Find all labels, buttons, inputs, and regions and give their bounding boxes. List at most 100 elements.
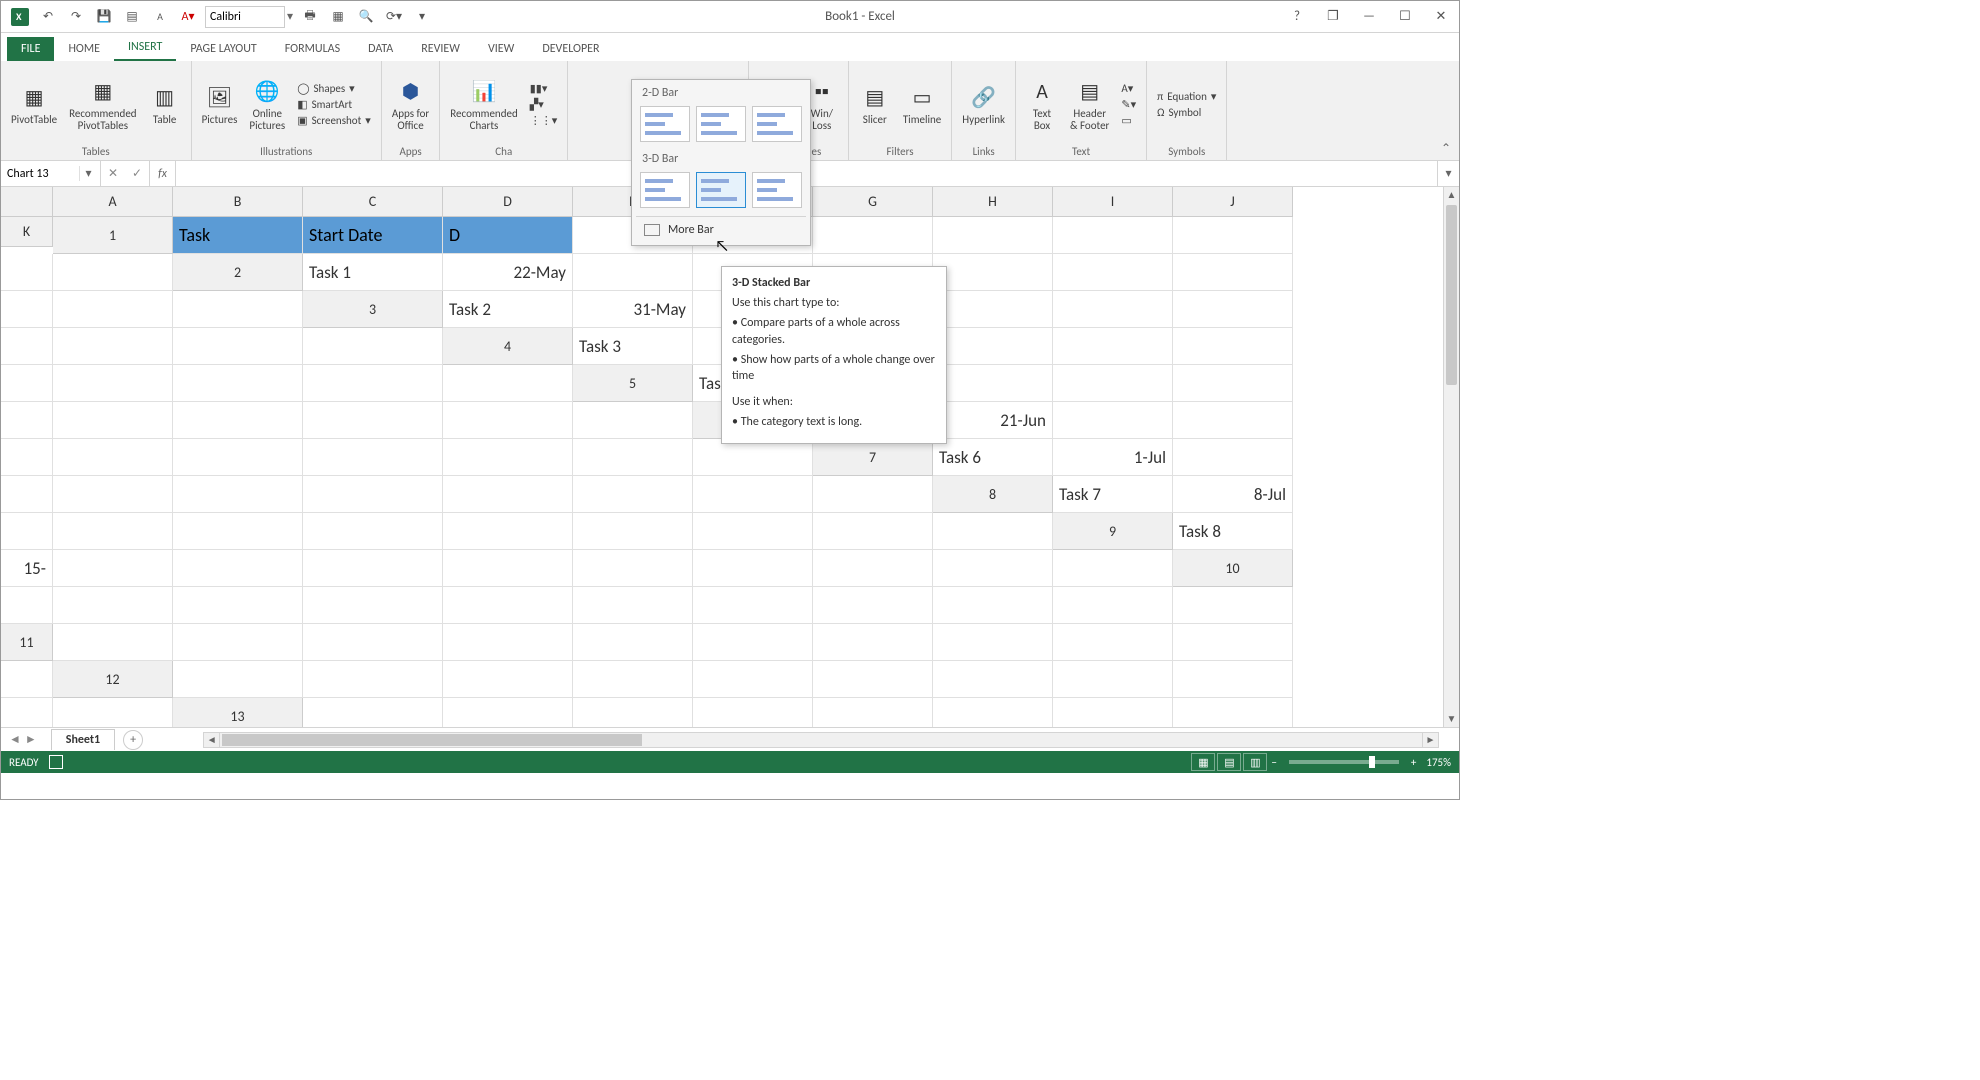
cell-G1[interactable] <box>933 217 1053 254</box>
cancel-formula-button[interactable]: ✕ <box>101 166 125 181</box>
column-header-C[interactable]: C <box>303 187 443 217</box>
cell-I10[interactable] <box>933 587 1053 624</box>
cell-A12[interactable] <box>173 661 303 698</box>
cell-F9[interactable] <box>443 550 573 587</box>
cell-B10[interactable] <box>53 587 173 624</box>
cell-A9[interactable]: Task 8 <box>1173 513 1293 550</box>
row-header-8[interactable]: 8 <box>933 476 1053 513</box>
cell-D6[interactable] <box>1173 402 1293 439</box>
cell-E12[interactable] <box>693 661 813 698</box>
cell-C6[interactable] <box>1053 402 1173 439</box>
name-box[interactable]: ▾ <box>1 161 101 186</box>
table-button[interactable]: ▥Table <box>145 80 185 128</box>
row-header-9[interactable]: 9 <box>1053 513 1173 550</box>
cell-I4[interactable] <box>173 365 303 402</box>
cell-A4[interactable]: Task 3 <box>573 328 693 365</box>
cell-I2[interactable] <box>1 291 53 328</box>
cell-A7[interactable]: Task 6 <box>933 439 1053 476</box>
cell-G9[interactable] <box>573 550 693 587</box>
cell-E11[interactable] <box>573 624 693 661</box>
cell-J4[interactable] <box>303 365 443 402</box>
cell-H13[interactable] <box>1173 698 1293 727</box>
expand-formula-bar-button[interactable]: ▾ <box>1437 161 1459 186</box>
cell-F2[interactable] <box>933 254 1053 291</box>
cell-G2[interactable] <box>1053 254 1173 291</box>
fx-label[interactable]: fx <box>150 161 176 186</box>
column-header-A[interactable]: A <box>53 187 173 217</box>
cell-I7[interactable] <box>573 476 693 513</box>
column-header-G[interactable]: G <box>813 187 933 217</box>
undo-button[interactable]: ↶ <box>37 6 59 28</box>
horizontal-scrollbar[interactable]: ◄ ► <box>203 732 1439 748</box>
stacked-bar-3d-button[interactable] <box>696 172 746 208</box>
apps-for-office-button[interactable]: ⬢Apps for Office <box>388 74 433 134</box>
tab-insert[interactable]: INSERT <box>114 35 176 61</box>
excel-icon[interactable] <box>9 6 31 28</box>
cell-B11[interactable] <box>173 624 303 661</box>
cell-H5[interactable] <box>173 402 303 439</box>
cell-C10[interactable] <box>173 587 303 624</box>
cell-K12[interactable] <box>53 698 173 727</box>
row-header-11[interactable]: 11 <box>1 624 53 661</box>
cell-K6[interactable] <box>693 439 813 476</box>
cell-B7[interactable]: 1-Jul <box>1053 439 1173 476</box>
cell-B8[interactable]: 8-Jul <box>1173 476 1293 513</box>
row-header-5[interactable]: 5 <box>573 365 693 402</box>
row-header-7[interactable]: 7 <box>813 439 933 476</box>
cell-H6[interactable] <box>303 439 443 476</box>
maximize-button[interactable]: ☐ <box>1387 1 1423 33</box>
cell-F12[interactable] <box>813 661 933 698</box>
sheet-nav-next[interactable]: ► <box>25 732 37 747</box>
cell-K1[interactable] <box>53 254 173 291</box>
cell-E6[interactable] <box>1 439 53 476</box>
cell-D11[interactable] <box>443 624 573 661</box>
cell-G11[interactable] <box>813 624 933 661</box>
cell-I3[interactable] <box>53 328 173 365</box>
timeline-button[interactable]: ▭Timeline <box>899 80 945 128</box>
normal-view-button[interactable]: ▦ <box>1191 753 1215 771</box>
cell-K8[interactable] <box>933 513 1053 550</box>
scroll-right-button[interactable]: ► <box>1422 733 1438 747</box>
cell-A10[interactable] <box>1 587 53 624</box>
cell-F7[interactable] <box>173 476 303 513</box>
cell-D8[interactable] <box>53 513 173 550</box>
row-header-13[interactable]: 13 <box>173 698 303 727</box>
help-button[interactable]: ? <box>1279 1 1315 33</box>
qat-customize-button[interactable]: ▾ <box>411 6 433 28</box>
hierarchy-chart-button[interactable]: ▞▾ <box>526 97 562 112</box>
name-box-dropdown[interactable]: ▾ <box>79 166 97 181</box>
cell-B13[interactable] <box>443 698 573 727</box>
cell-F4[interactable] <box>1173 328 1293 365</box>
column-header-I[interactable]: I <box>1053 187 1173 217</box>
cell-G8[interactable] <box>443 513 573 550</box>
cell-K10[interactable] <box>1173 587 1293 624</box>
cell-C8[interactable] <box>1 513 53 550</box>
tab-home[interactable]: HOME <box>54 37 114 61</box>
cell-I1[interactable] <box>1173 217 1293 254</box>
cell-J1[interactable] <box>1 254 53 291</box>
horizontal-scroll-thumb[interactable] <box>222 734 642 746</box>
recommended-charts-button[interactable]: 📊Recommended Charts <box>446 74 521 134</box>
cell-I11[interactable] <box>1053 624 1173 661</box>
cell-B2[interactable]: 22-May <box>443 254 573 291</box>
cell-G3[interactable] <box>1173 291 1293 328</box>
cell-J9[interactable] <box>933 550 1053 587</box>
close-button[interactable]: ✕ <box>1423 1 1459 33</box>
cell-J3[interactable] <box>173 328 303 365</box>
cell-J2[interactable] <box>53 291 173 328</box>
cell-I12[interactable] <box>1173 661 1293 698</box>
cell-H11[interactable] <box>933 624 1053 661</box>
more-bar-charts-button[interactable]: More Bar <box>636 216 806 243</box>
tab-page-layout[interactable]: PAGE LAYOUT <box>176 37 270 61</box>
cell-J8[interactable] <box>813 513 933 550</box>
cell-H3[interactable] <box>1 328 53 365</box>
cell-B9[interactable]: 15-Jul <box>1 550 53 587</box>
cell-J12[interactable] <box>1 698 53 727</box>
cell-I9[interactable] <box>813 550 933 587</box>
equation-button[interactable]: π Equation ▾ <box>1153 89 1220 104</box>
tab-review[interactable]: REVIEW <box>407 37 474 61</box>
ribbon-display-button[interactable]: ❐ <box>1315 1 1351 33</box>
row-header-1[interactable]: 1 <box>53 217 173 254</box>
cell-K9[interactable] <box>1053 550 1173 587</box>
cell-H2[interactable] <box>1173 254 1293 291</box>
